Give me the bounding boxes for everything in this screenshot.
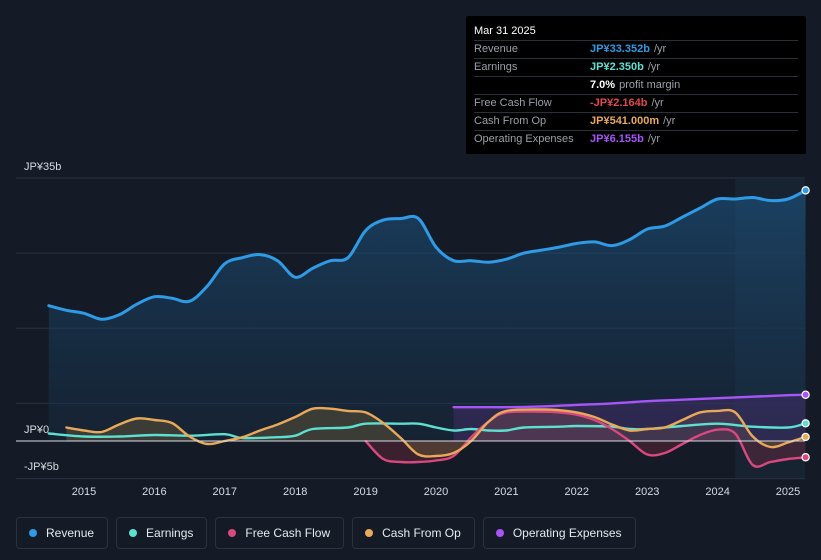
tooltip-row-value: 7.0%	[590, 79, 616, 91]
tooltip-row-value: -JP¥2.164b	[590, 97, 648, 109]
legend-label: Revenue	[46, 526, 95, 540]
x-tick-label: 2021	[494, 486, 518, 498]
tooltip-row-unit: /yr	[651, 97, 664, 109]
tooltip-row-value: JP¥6.155b	[590, 133, 644, 145]
y-axis-label-top: JP¥35b	[24, 161, 61, 173]
tooltip-row: 7.0% profit margin	[474, 76, 798, 94]
x-tick-label: 2025	[776, 486, 800, 498]
legend-label: Cash From Op	[382, 526, 461, 540]
legend-item-cash-from-op[interactable]: Cash From Op	[352, 517, 475, 549]
tooltip-row-label: Free Cash Flow	[474, 97, 552, 109]
legend-dot-icon	[495, 529, 504, 537]
tooltip-row-unit: profit margin	[619, 79, 681, 91]
legend-dot-icon	[129, 529, 138, 537]
tooltip-panel: Mar 31 2025 Revenue JP¥33.352b/yr Earnings…	[466, 16, 806, 154]
x-tick-label: 2018	[283, 486, 307, 498]
tooltip-row-label: Operating Expenses	[474, 133, 574, 145]
tooltip-row: Free Cash Flow -JP¥2.164b/yr	[474, 94, 798, 112]
tooltip-row-unit: /yr	[653, 43, 667, 55]
tooltip-row-label	[474, 77, 590, 94]
free-cash-flow-end-dot	[801, 453, 810, 462]
legend-dot-icon	[29, 529, 37, 537]
legend-item-earnings[interactable]: Earnings	[116, 517, 208, 549]
legend-dot-icon	[228, 529, 237, 537]
x-tick-label: 2023	[635, 486, 659, 498]
legend-label: Earnings	[146, 526, 194, 540]
revenue-end-dot	[801, 186, 810, 195]
tooltip-row-label: Cash From Op	[474, 115, 547, 127]
tooltip-date: Mar 31 2025	[474, 25, 536, 37]
operating-expenses-end-dot	[801, 390, 810, 399]
x-tick-label: 2022	[565, 486, 589, 498]
legend-item-revenue[interactable]: Revenue	[16, 517, 109, 549]
x-tick-label: 2024	[705, 486, 729, 498]
cash-from-op-end-dot	[801, 432, 810, 442]
chart-legend: Revenue Earnings Free Cash Flow Cash From O…	[16, 517, 636, 549]
tooltip-row: Earnings JP¥2.350b/yr	[474, 58, 798, 76]
legend-label: Operating Expenses	[512, 526, 622, 540]
x-tick-label: 2020	[424, 486, 448, 498]
legend-item-operating-expenses[interactable]: Operating Expenses	[482, 517, 636, 549]
tooltip-rows: Revenue JP¥33.352b/yr Earnings JP¥2.350b/yr…	[474, 40, 798, 148]
tooltip-row: Operating Expenses JP¥6.155b/yr	[474, 130, 798, 148]
tooltip-row: Cash From Op JP¥541.000m/yr	[474, 112, 798, 130]
legend-label: Free Cash Flow	[245, 526, 331, 540]
x-tick-label: 2017	[213, 486, 237, 498]
tooltip-row-label: Revenue	[474, 43, 519, 55]
x-tick-label: 2019	[353, 486, 377, 498]
tooltip-row-unit: /yr	[647, 133, 661, 145]
tooltip-row-value: JP¥541.000m	[590, 115, 660, 127]
tooltip-row-unit: /yr	[647, 61, 661, 73]
y-axis-label-zero: JP¥0	[24, 424, 49, 436]
tooltip-row-label: Earnings	[474, 61, 518, 73]
earnings-end-dot	[801, 419, 810, 428]
tooltip-row-value: JP¥33.352b	[590, 43, 650, 55]
tooltip-row-unit: /yr	[663, 115, 676, 127]
x-tick-label: 2015	[72, 486, 96, 498]
tooltip-row: Revenue JP¥33.352b/yr	[474, 40, 798, 58]
tooltip-row-value: JP¥2.350b	[590, 61, 644, 73]
legend-item-free-cash-flow[interactable]: Free Cash Flow	[215, 517, 345, 549]
y-axis-label-negative: -JP¥5b	[24, 461, 59, 473]
x-tick-label: 2016	[142, 486, 166, 498]
legend-dot-icon	[365, 529, 374, 537]
